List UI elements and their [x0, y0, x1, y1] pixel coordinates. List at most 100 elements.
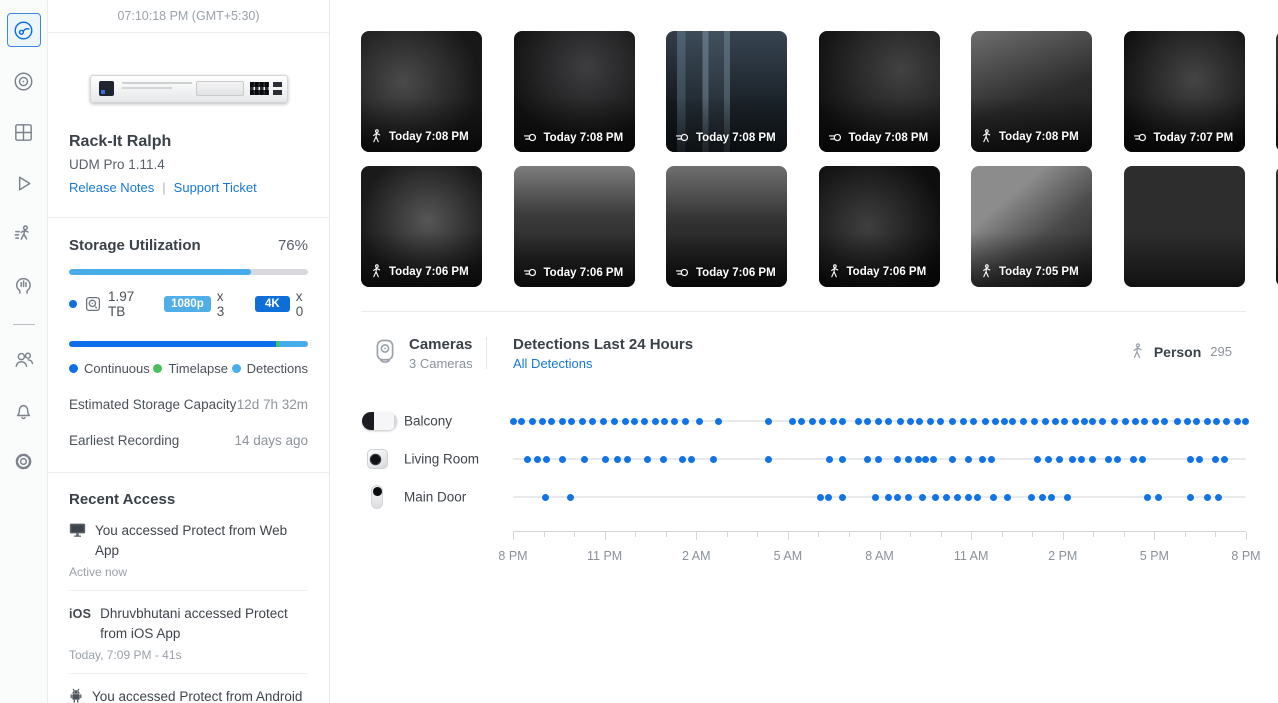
detection-dot[interactable]: [894, 455, 902, 463]
detection-dot[interactable]: [623, 455, 631, 463]
detection-dot[interactable]: [660, 455, 668, 463]
detection-dot[interactable]: [838, 417, 846, 425]
detection-dot[interactable]: [579, 417, 587, 425]
detection-dot[interactable]: [688, 455, 696, 463]
detection-dot[interactable]: [538, 417, 546, 425]
detection-dot[interactable]: [926, 417, 934, 425]
camera-row-balcony[interactable]: Balcony: [330, 407, 1249, 435]
detection-dot[interactable]: [1154, 493, 1162, 501]
detection-dot[interactable]: [1064, 493, 1072, 501]
detection-dot[interactable]: [949, 455, 957, 463]
detection-dot[interactable]: [1193, 417, 1201, 425]
detection-dot[interactable]: [922, 455, 930, 463]
detection-thumbnail[interactable]: Today 7:08 PM: [513, 31, 635, 152]
detection-thumbnail-partial[interactable]: [1123, 166, 1245, 287]
detection-thumbnail[interactable]: Today 7:06 PM: [361, 166, 482, 287]
detection-dot[interactable]: [932, 493, 940, 501]
detection-dot[interactable]: [1161, 417, 1169, 425]
detection-dot[interactable]: [874, 417, 882, 425]
detection-dot[interactable]: [1009, 417, 1017, 425]
detection-thumbnail[interactable]: Today 7:06 PM: [666, 166, 787, 287]
detection-dot[interactable]: [1186, 493, 1194, 501]
detection-dot[interactable]: [1019, 417, 1027, 425]
detection-dot[interactable]: [978, 455, 986, 463]
detection-dot[interactable]: [1141, 417, 1149, 425]
detection-dot[interactable]: [954, 493, 962, 501]
detection-dot[interactable]: [1111, 417, 1119, 425]
detection-dot[interactable]: [959, 417, 967, 425]
detection-dot[interactable]: [1144, 493, 1152, 501]
detection-dot[interactable]: [839, 455, 847, 463]
detection-dot[interactable]: [518, 417, 526, 425]
detection-dot[interactable]: [1034, 455, 1042, 463]
detection-dot[interactable]: [611, 417, 619, 425]
detection-dot[interactable]: [1211, 455, 1219, 463]
sidebar-item-users[interactable]: [7, 342, 41, 376]
detection-dot[interactable]: [568, 417, 576, 425]
camera-row-living-room[interactable]: Living Room: [330, 445, 1246, 473]
detection-dot[interactable]: [709, 455, 717, 463]
detection-dot[interactable]: [1213, 417, 1221, 425]
detection-dot[interactable]: [1131, 417, 1139, 425]
sidebar-item-viewports[interactable]: [7, 115, 41, 149]
sidebar-item-notifications[interactable]: [7, 393, 41, 427]
detection-dot[interactable]: [1031, 417, 1039, 425]
detection-thumbnail[interactable]: Today 7:08 PM: [361, 31, 482, 152]
detection-dot[interactable]: [808, 417, 816, 425]
detection-dot[interactable]: [714, 417, 722, 425]
detection-dot[interactable]: [764, 417, 772, 425]
detection-dot[interactable]: [641, 417, 649, 425]
detection-dot[interactable]: [764, 455, 772, 463]
detection-dot[interactable]: [1183, 417, 1191, 425]
detection-dot[interactable]: [1186, 455, 1194, 463]
detection-thumbnail[interactable]: Today 7:08 PM: [666, 31, 787, 152]
detection-dot[interactable]: [1001, 417, 1009, 425]
detection-dot[interactable]: [1038, 493, 1046, 501]
detection-dot[interactable]: [854, 417, 862, 425]
sidebar-item-cameras[interactable]: [7, 64, 41, 98]
detection-dot[interactable]: [1139, 455, 1147, 463]
detection-dot[interactable]: [1068, 455, 1076, 463]
detection-dot[interactable]: [896, 417, 904, 425]
detection-dot[interactable]: [678, 455, 686, 463]
detection-dot[interactable]: [509, 417, 517, 425]
detection-dot[interactable]: [948, 417, 956, 425]
detection-dot[interactable]: [1151, 417, 1159, 425]
detection-dot[interactable]: [884, 493, 892, 501]
detection-dot[interactable]: [1223, 417, 1231, 425]
detection-dot[interactable]: [1104, 455, 1112, 463]
detection-dot[interactable]: [936, 417, 944, 425]
detection-dot[interactable]: [558, 455, 566, 463]
detection-dot[interactable]: [839, 493, 847, 501]
release-notes-link[interactable]: Release Notes: [69, 180, 154, 195]
detection-dot[interactable]: [818, 417, 826, 425]
detection-dot[interactable]: [1048, 493, 1056, 501]
sidebar-item-playback[interactable]: [7, 166, 41, 200]
detection-dot[interactable]: [558, 417, 566, 425]
detection-dot[interactable]: [1071, 417, 1079, 425]
detection-dot[interactable]: [906, 417, 914, 425]
detection-dot[interactable]: [1081, 417, 1089, 425]
detection-dot[interactable]: [964, 455, 972, 463]
detection-dot[interactable]: [991, 417, 999, 425]
detection-dot[interactable]: [541, 493, 549, 501]
detection-dot[interactable]: [964, 493, 972, 501]
detection-dot[interactable]: [864, 417, 872, 425]
detection-dot[interactable]: [1088, 455, 1096, 463]
detection-dot[interactable]: [681, 417, 689, 425]
detection-dot[interactable]: [651, 417, 659, 425]
detection-thumbnail[interactable]: Today 7:07 PM: [1123, 31, 1245, 152]
detection-dot[interactable]: [533, 455, 541, 463]
support-ticket-link[interactable]: Support Ticket: [174, 180, 257, 195]
detection-dot[interactable]: [829, 417, 837, 425]
detection-dot[interactable]: [1121, 417, 1129, 425]
detection-dot[interactable]: [824, 493, 832, 501]
detection-dot[interactable]: [528, 417, 536, 425]
detection-dot[interactable]: [566, 493, 574, 501]
detection-dot[interactable]: [864, 455, 872, 463]
detection-dot[interactable]: [1089, 417, 1097, 425]
detection-dot[interactable]: [904, 493, 912, 501]
detection-dot[interactable]: [1056, 455, 1064, 463]
detection-dot[interactable]: [969, 417, 977, 425]
detection-dot[interactable]: [1051, 417, 1059, 425]
